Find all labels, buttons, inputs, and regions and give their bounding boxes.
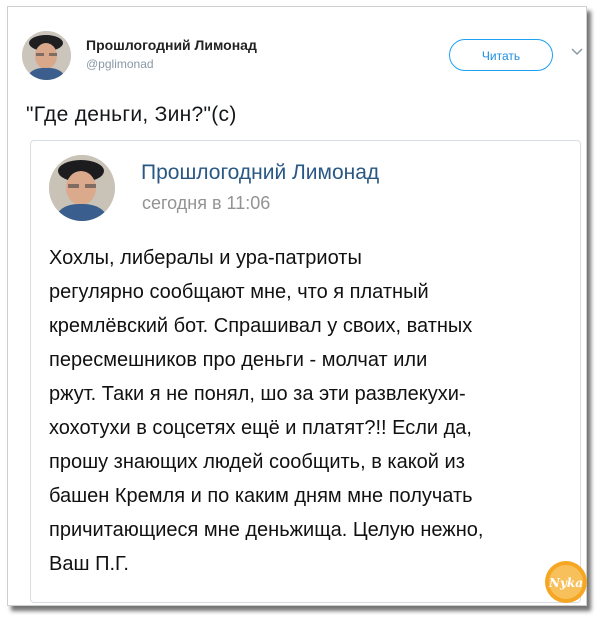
follow-button[interactable]: Читать xyxy=(449,39,553,71)
text-line: Хохлы, либералы и ура-патриоты xyxy=(49,247,362,269)
text-line: причитающиеся мне деньжища. Целую нежно, xyxy=(49,519,484,541)
tweet-header: Прошлогодний Лимонад @pglimonad Читать xyxy=(22,31,584,87)
text-line: ржут. Таки я не понял, шо за эти развлек… xyxy=(49,383,466,405)
author-avatar[interactable] xyxy=(22,31,71,80)
quoted-post[interactable]: Прошлогодний Лимонад сегодня в 11:06 Хох… xyxy=(30,140,581,603)
text-line: Ваш П.Г. xyxy=(49,553,129,575)
text-line: пересмешников про деньги - молчат или xyxy=(49,349,428,371)
text-line: хохотухи в соцсетях ещё и платят?!! Если… xyxy=(49,417,472,439)
author-handle[interactable]: @pglimonad xyxy=(86,57,154,71)
quoted-author-name[interactable]: Прошлогодний Лимонад xyxy=(141,161,379,185)
text-line: кремлёвский бот. Спрашивал у своих, ватн… xyxy=(49,315,473,337)
nyka-logo-icon: Nyka xyxy=(545,561,587,603)
avatar-photo-icon xyxy=(49,155,115,221)
watermark-logo: Nyka xyxy=(543,559,589,605)
svg-text:Nyka: Nyka xyxy=(548,576,583,590)
quoted-post-text: Хохлы, либералы и ура-патриоты регулярно… xyxy=(49,241,569,581)
avatar-photo-icon xyxy=(22,31,71,80)
tweet-card: Прошлогодний Лимонад @pglimonad Читать "… xyxy=(7,6,587,606)
text-line: башен Кремля и по каким дням мне получат… xyxy=(49,485,473,507)
text-line: регулярно сообщают мне, что я платный xyxy=(49,281,429,303)
chevron-down-icon[interactable] xyxy=(570,45,584,59)
author-name[interactable]: Прошлогодний Лимонад xyxy=(86,37,257,53)
tweet-text: "Где деньги, Зин?"(c) xyxy=(26,103,237,126)
text-line: прошу знающих людей сообщить, в какой из xyxy=(49,451,465,473)
quoted-post-date[interactable]: сегодня в 11:06 xyxy=(142,193,270,214)
quoted-author-avatar[interactable] xyxy=(49,155,115,221)
